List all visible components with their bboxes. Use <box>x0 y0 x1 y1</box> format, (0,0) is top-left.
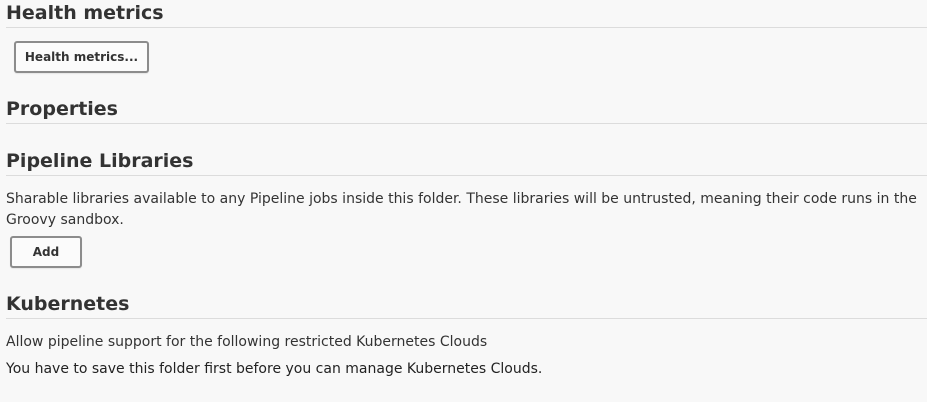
kubernetes-save-notice: You have to save this folder first befor… <box>6 361 543 377</box>
pipeline-libraries-header: Pipeline Libraries <box>6 149 927 176</box>
pipeline-libraries-description: Sharable libraries available to any Pipe… <box>6 191 917 228</box>
kubernetes-description: Allow pipeline support for the following… <box>6 334 488 350</box>
kubernetes-header: Kubernetes <box>6 292 927 319</box>
add-library-button[interactable]: Add <box>10 236 82 268</box>
health-metrics-header: Health metrics <box>6 1 927 28</box>
properties-header: Properties <box>6 97 927 124</box>
health-metrics-button[interactable]: Health metrics... <box>14 41 149 73</box>
